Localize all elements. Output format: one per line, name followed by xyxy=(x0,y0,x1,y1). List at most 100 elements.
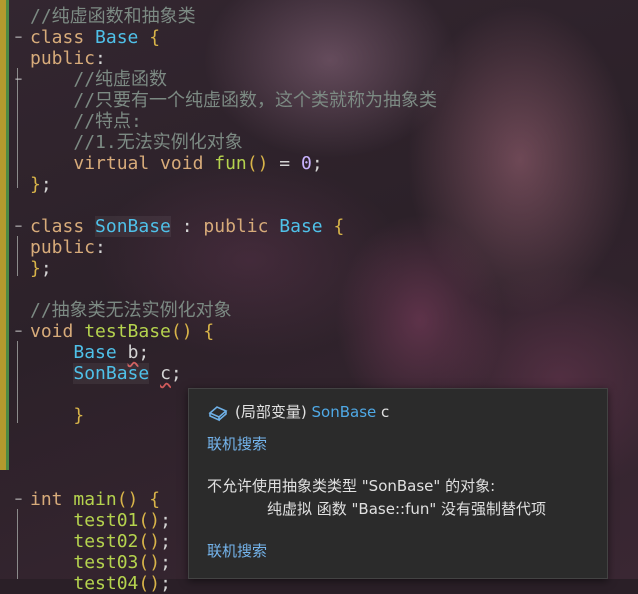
code-token: //纯虚函数 xyxy=(73,69,168,90)
code-token: SonBase xyxy=(73,363,150,384)
code-token: class xyxy=(30,27,96,48)
fold-collapse-icon[interactable] xyxy=(13,32,24,43)
code-token: ; xyxy=(160,531,171,552)
error-line: 纯虚拟 函数 "Base::fun" 没有强制替代项 xyxy=(267,500,547,518)
code-text: test02(); xyxy=(30,531,171,552)
fold-collapse-icon[interactable] xyxy=(13,326,24,337)
code-line[interactable]: //只要有一个纯虚函数，这个类就称为抽象类 xyxy=(0,90,638,111)
code-line[interactable]: //抽象类无法实例化对象 xyxy=(0,300,638,321)
code-line[interactable]: //1.无法实例化对象 xyxy=(0,132,638,153)
code-token: //抽象类无法实例化对象 xyxy=(30,300,232,321)
code-token: int xyxy=(30,489,74,510)
code-token: () xyxy=(138,510,161,531)
code-token: () xyxy=(116,489,139,510)
code-line[interactable]: //纯虚函数 xyxy=(0,69,638,90)
code-token: //特点: xyxy=(73,111,142,132)
code-token: { xyxy=(149,489,161,510)
code-token: ; xyxy=(170,363,182,384)
code-line[interactable]: SonBase c; xyxy=(0,363,638,384)
code-token: //纯虚函数和抽象类 xyxy=(30,6,196,27)
code-token: ; xyxy=(311,153,323,174)
code-token: ; xyxy=(160,510,171,531)
code-line[interactable]: class SonBase : public Base { xyxy=(0,216,638,237)
code-line[interactable]: public: xyxy=(0,237,638,258)
fold-collapse-icon[interactable] xyxy=(13,74,24,85)
code-line[interactable]: }; xyxy=(0,174,638,195)
code-text: void testBase() { xyxy=(30,321,214,342)
code-text: int main() { xyxy=(30,489,160,510)
code-token: class xyxy=(30,216,96,237)
tooltip-error-message: 不允许使用抽象类类型 "SonBase" 的对象: 纯虚拟 函数 "Base::… xyxy=(207,475,546,521)
code-token: ; xyxy=(160,573,171,594)
code-token: } xyxy=(30,258,41,279)
code-line[interactable]: virtual void fun() = 0; xyxy=(0,153,638,174)
code-token: 0 xyxy=(300,153,312,174)
code-token: public xyxy=(30,48,96,69)
code-token: test02 xyxy=(73,531,139,552)
code-token: void xyxy=(30,321,85,342)
code-token: public xyxy=(30,237,96,258)
code-token: test03 xyxy=(73,552,139,573)
code-token: () xyxy=(246,153,269,174)
code-token: Base xyxy=(95,27,139,48)
code-token: main xyxy=(73,489,117,510)
code-token: Base xyxy=(73,342,117,363)
code-text: //纯虚函数 xyxy=(30,69,167,90)
tooltip-scope: (局部变量) xyxy=(235,403,307,421)
error-line: 不允许使用抽象类类型 "SonBase" 的对象: xyxy=(207,477,496,495)
code-line[interactable]: public: xyxy=(0,48,638,69)
code-token: } xyxy=(73,405,85,426)
code-token: ; xyxy=(40,174,52,195)
code-token: : xyxy=(95,237,106,258)
code-token: b xyxy=(127,342,139,363)
code-line[interactable] xyxy=(0,195,638,216)
code-line[interactable] xyxy=(0,279,638,300)
code-token: //1.无法实例化对象 xyxy=(73,132,243,153)
hover-tooltip: (局部变量) SonBase c 联机搜索 不允许使用抽象类类型 "SonBas… xyxy=(188,388,608,579)
code-token: : xyxy=(170,216,204,237)
code-token: ; xyxy=(138,342,150,363)
code-line[interactable]: //纯虚函数和抽象类 xyxy=(0,6,638,27)
code-token: public xyxy=(203,216,280,237)
fold-collapse-icon[interactable] xyxy=(13,221,24,232)
code-token: testBase xyxy=(84,321,171,342)
code-line[interactable]: class Base { xyxy=(0,27,638,48)
code-token: : xyxy=(95,48,106,69)
code-line[interactable]: void testBase() { xyxy=(0,321,638,342)
code-token: c xyxy=(160,363,171,384)
code-line[interactable]: Base b; xyxy=(0,342,638,363)
code-text: virtual void fun() = 0; xyxy=(30,153,323,174)
search-online-link-2[interactable]: 联机搜索 xyxy=(207,540,267,561)
code-text: Base b; xyxy=(30,342,149,363)
code-text: class Base { xyxy=(30,27,160,48)
code-token: virtual void xyxy=(73,153,215,174)
code-token: { xyxy=(203,321,215,342)
code-token: () xyxy=(138,573,161,594)
code-text: //特点: xyxy=(30,111,142,132)
tooltip-type-link[interactable]: SonBase xyxy=(312,403,377,421)
code-token: } xyxy=(30,174,41,195)
code-token: Base xyxy=(279,216,323,237)
code-token: ; xyxy=(40,258,52,279)
code-text: test03(); xyxy=(30,552,171,573)
fold-collapse-icon[interactable] xyxy=(13,494,24,505)
code-line[interactable]: }; xyxy=(0,258,638,279)
code-line[interactable]: //特点: xyxy=(0,111,638,132)
code-token: () xyxy=(138,531,161,552)
code-text: //抽象类无法实例化对象 xyxy=(30,300,232,321)
code-text: } xyxy=(30,405,84,426)
code-token: fun xyxy=(214,153,247,174)
search-online-link[interactable]: 联机搜索 xyxy=(207,433,267,454)
